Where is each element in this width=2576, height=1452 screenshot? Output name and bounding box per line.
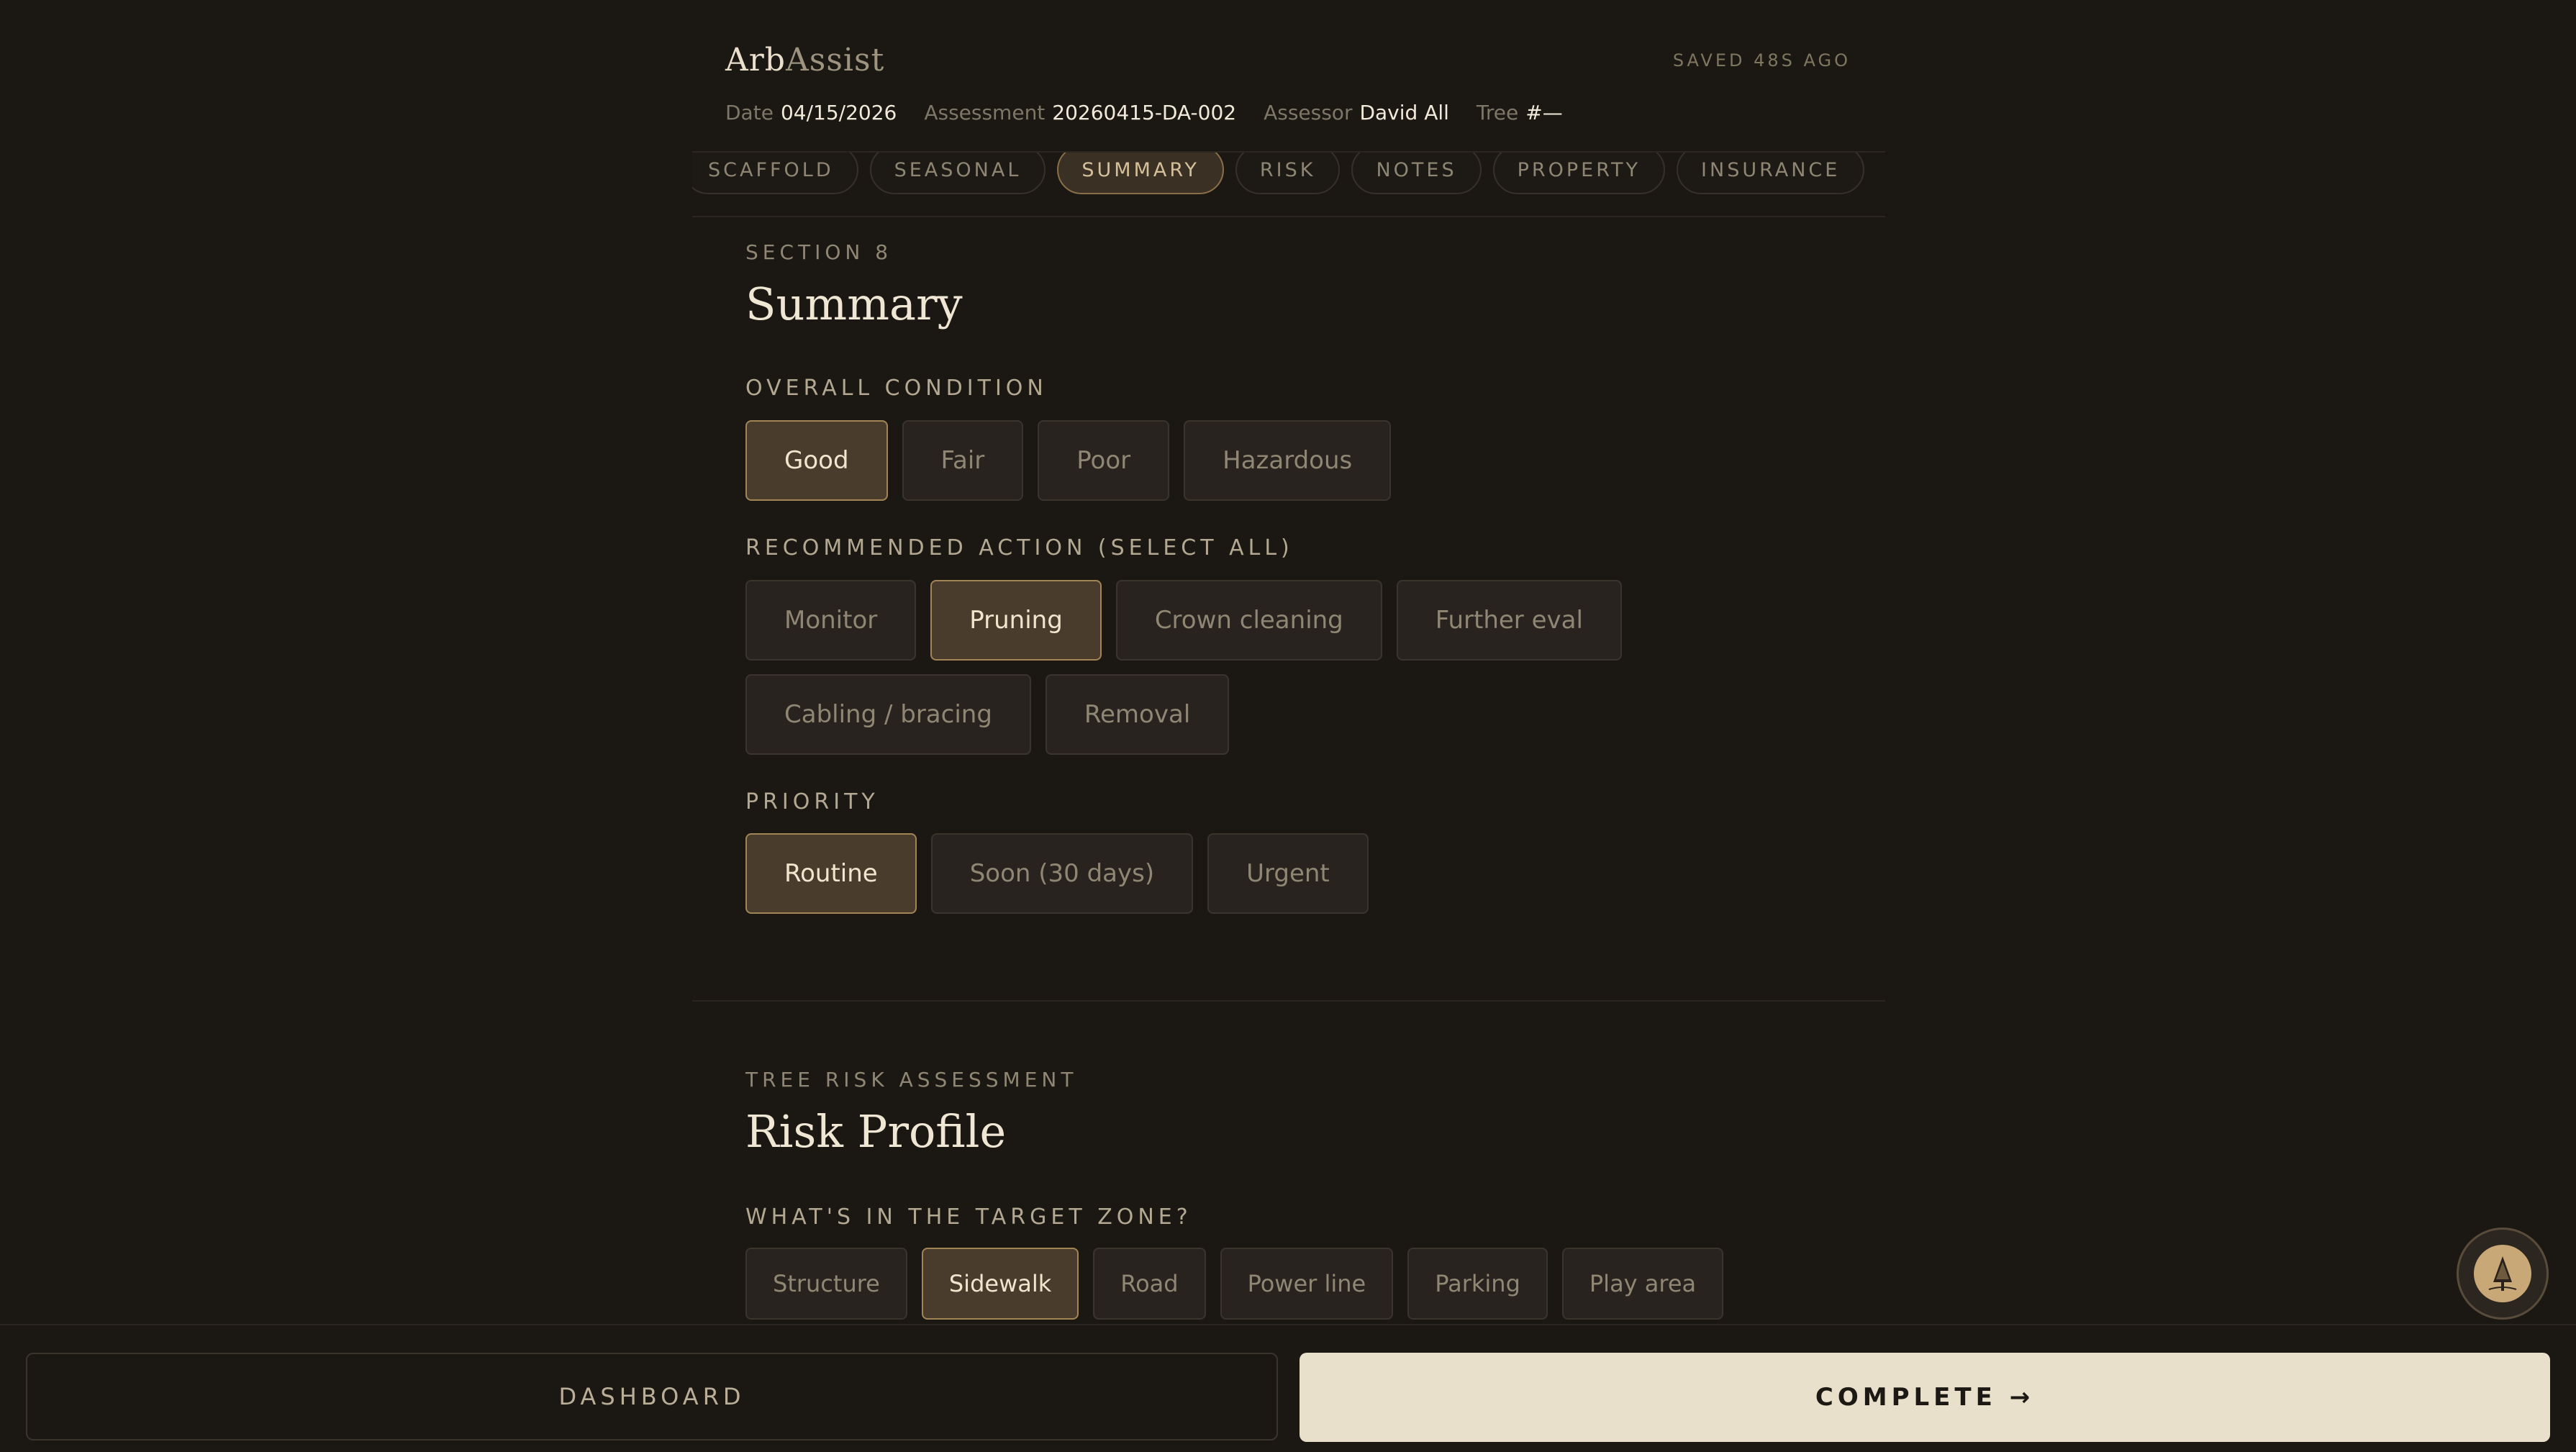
action-option-crown-cleaning[interactable]: Crown cleaning: [1115, 580, 1382, 661]
condition-option-fair[interactable]: Fair: [902, 420, 1024, 501]
app-logo: ArbAssist: [725, 42, 884, 78]
summary-title: Summary: [745, 278, 963, 330]
priority-options: Routine Soon (30 days) Urgent: [745, 833, 1369, 914]
condition-option-good[interactable]: Good: [745, 420, 888, 501]
tab-seasonal[interactable]: SEASONAL: [869, 153, 1046, 194]
target-option-parking[interactable]: Parking: [1407, 1248, 1548, 1320]
condition-option-poor[interactable]: Poor: [1038, 420, 1170, 501]
brand-part1: Arb: [725, 42, 786, 78]
tree-logo-icon: [2474, 1245, 2531, 1302]
tab-summary[interactable]: SUMMARY: [1057, 153, 1224, 194]
target-option-road[interactable]: Road: [1093, 1248, 1206, 1320]
section-tabs: SCAFFOLD SEASONAL SUMMARY RISK NOTES PROPERTY…: [692, 151, 1885, 217]
tab-risk[interactable]: RISK: [1235, 153, 1341, 194]
meta-date: Date 04/15/2026: [725, 101, 897, 124]
priority-option-urgent[interactable]: Urgent: [1207, 833, 1369, 914]
meta-assessment: Assessment 20260415-DA-002: [924, 101, 1237, 124]
tab-scaffold[interactable]: SCAFFOLD: [692, 153, 858, 194]
action-label: RECOMMENDED ACTION (SELECT ALL): [745, 535, 1294, 561]
tab-notes[interactable]: NOTES: [1351, 153, 1482, 194]
condition-option-hazardous[interactable]: Hazardous: [1184, 420, 1392, 501]
dashboard-button[interactable]: DASHBOARD: [26, 1353, 1278, 1440]
action-option-further-eval[interactable]: Further eval: [1396, 580, 1622, 661]
condition-options: Good Fair Poor Hazardous: [745, 420, 1392, 501]
summary-eyebrow: SECTION 8: [745, 240, 893, 264]
brand-part2: Assist: [785, 42, 885, 78]
action-option-removal[interactable]: Removal: [1045, 674, 1230, 755]
action-option-cabling-bracing[interactable]: Cabling / bracing: [745, 674, 1031, 755]
priority-label: PRIORITY: [745, 789, 879, 815]
action-options-row-2: Cabling / bracing Removal: [745, 674, 1230, 755]
target-options: Structure Sidewalk Road Power line Parking Pl…: [745, 1248, 1724, 1320]
tab-insurance[interactable]: INSURANCE: [1677, 153, 1865, 194]
saved-status: SAVED 48S AGO: [1672, 50, 1851, 71]
assistant-fab[interactable]: [2457, 1228, 2549, 1320]
meta-tree: Tree #—: [1476, 101, 1563, 124]
target-option-play-area[interactable]: Play area: [1561, 1248, 1724, 1320]
target-option-sidewalk[interactable]: Sidewalk: [921, 1248, 1079, 1320]
target-option-power-line[interactable]: Power line: [1220, 1248, 1394, 1320]
target-option-structure[interactable]: Structure: [745, 1248, 907, 1320]
section-divider: [692, 1000, 1885, 1002]
meta-assessor: Assessor David All: [1264, 101, 1449, 124]
condition-label: OVERALL CONDITION: [745, 376, 1048, 401]
assessment-meta: Date 04/15/2026 Assessment 20260415-DA-002…: [725, 101, 1563, 124]
complete-button[interactable]: COMPLETE →: [1300, 1353, 2550, 1442]
action-option-pruning[interactable]: Pruning: [930, 580, 1102, 661]
tab-property[interactable]: PROPERTY: [1492, 153, 1666, 194]
target-label: WHAT'S IN THE TARGET ZONE?: [745, 1204, 1192, 1230]
action-options-row-1: Monitor Pruning Crown cleaning Further eval: [745, 580, 1622, 661]
risk-eyebrow: TREE RISK ASSESSMENT: [745, 1068, 1078, 1092]
priority-option-soon-30-days[interactable]: Soon (30 days): [930, 833, 1194, 914]
priority-option-routine[interactable]: Routine: [745, 833, 917, 914]
tree-logo-svg: [2488, 1256, 2517, 1291]
action-option-monitor[interactable]: Monitor: [745, 580, 917, 661]
risk-title: Risk Profile: [745, 1105, 1007, 1158]
